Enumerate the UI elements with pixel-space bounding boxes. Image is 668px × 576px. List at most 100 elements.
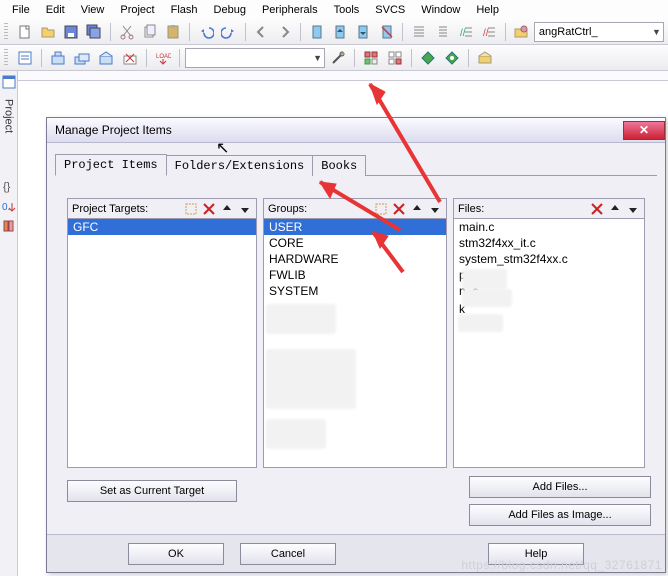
cut-icon[interactable] xyxy=(116,21,137,43)
find-combo[interactable]: angRatCtrl_ ▼ xyxy=(534,22,664,42)
indent-left-icon[interactable] xyxy=(408,21,429,43)
list-item[interactable]: CORE xyxy=(264,235,446,251)
list-item[interactable]: SYSTEM xyxy=(264,283,446,299)
cancel-button[interactable]: Cancel xyxy=(240,543,336,565)
list-item[interactable]: FWLIB xyxy=(264,267,446,283)
target-down-icon[interactable] xyxy=(237,201,253,217)
toolbar-main: // // angRatCtrl_ ▼ xyxy=(0,19,668,45)
svg-text:0.: 0. xyxy=(2,202,10,213)
menu-window[interactable]: Window xyxy=(413,2,468,18)
green-diamond-icon[interactable] xyxy=(417,47,439,69)
braces-icon[interactable]: {} xyxy=(2,179,16,193)
delete-target-icon[interactable] xyxy=(201,201,217,217)
menu-help[interactable]: Help xyxy=(468,2,507,18)
batch-build-icon[interactable] xyxy=(95,47,117,69)
paste-icon[interactable] xyxy=(163,21,184,43)
new-target-icon[interactable] xyxy=(183,201,199,217)
bookmark-prev-icon[interactable] xyxy=(329,21,350,43)
toolbar-grip-2[interactable] xyxy=(4,49,8,67)
files-label: Files: xyxy=(458,203,484,215)
translate-icon[interactable] xyxy=(14,47,36,69)
project-tab[interactable]: Project xyxy=(2,95,16,137)
tab-project-items[interactable]: Project Items xyxy=(55,154,167,176)
set-current-target-button[interactable]: Set as Current Target xyxy=(67,480,237,502)
menu-debug[interactable]: Debug xyxy=(206,2,254,18)
ok-button[interactable]: OK xyxy=(128,543,224,565)
new-group-icon[interactable] xyxy=(373,201,389,217)
indent-right-icon[interactable] xyxy=(432,21,453,43)
save-icon[interactable] xyxy=(60,21,81,43)
target-combo[interactable]: ▼ xyxy=(185,48,325,68)
files-list[interactable]: main.c stm32f4xx_it.c system_stm32f4xx.c… xyxy=(453,218,645,468)
add-files-button[interactable]: Add Files... xyxy=(469,476,651,498)
toolbar-grip[interactable] xyxy=(4,23,8,41)
list-item[interactable]: stm32f4xx_it.c xyxy=(454,235,644,251)
dialog-tabs: Project Items Folders/Extensions Books xyxy=(47,143,665,175)
dialog-titlebar[interactable]: Manage Project Items ✕ xyxy=(47,118,665,143)
file-down-icon[interactable] xyxy=(625,201,641,217)
delete-group-icon[interactable] xyxy=(391,201,407,217)
target-up-icon[interactable] xyxy=(219,201,235,217)
close-button[interactable]: ✕ xyxy=(623,121,665,140)
groups-list[interactable]: USER CORE HARDWARE FWLIB SYSTEM xyxy=(263,218,447,468)
nav-back-icon[interactable] xyxy=(251,21,272,43)
bookmark-next-icon[interactable] xyxy=(353,21,374,43)
add-files-as-image-button[interactable]: Add Files as Image... xyxy=(469,504,651,526)
menu-view[interactable]: View xyxy=(73,2,113,18)
green-gear-icon[interactable] xyxy=(441,47,463,69)
menu-tools[interactable]: Tools xyxy=(326,2,368,18)
uncomment-icon[interactable]: // xyxy=(478,21,499,43)
find-combo-text: angRatCtrl_ xyxy=(539,26,598,38)
menu-project[interactable]: Project xyxy=(112,2,162,18)
chevron-down-icon: ▼ xyxy=(652,27,661,37)
save-all-icon[interactable] xyxy=(84,21,105,43)
menu-bar: File Edit View Project Flash Debug Perip… xyxy=(0,0,668,19)
download-icon[interactable]: LOAD xyxy=(152,47,174,69)
file-up-icon[interactable] xyxy=(607,201,623,217)
menu-svcs[interactable]: SVCS xyxy=(367,2,413,18)
manage-books-icon[interactable] xyxy=(384,47,406,69)
list-item[interactable]: GFC xyxy=(68,219,256,235)
stop-build-icon[interactable] xyxy=(119,47,141,69)
list-item[interactable]: HARDWARE xyxy=(264,251,446,267)
targets-label: Project Targets: xyxy=(72,203,148,215)
tab-folders-extensions[interactable]: Folders/Extensions xyxy=(166,155,314,176)
watermark: https://blog.csdn.net/qq_32761871 xyxy=(461,558,662,572)
nav-fwd-icon[interactable] xyxy=(274,21,295,43)
menu-edit[interactable]: Edit xyxy=(38,2,73,18)
list-item[interactable]: main.c xyxy=(454,219,644,235)
groups-label: Groups: xyxy=(268,203,307,215)
panel-project-targets: Project Targets: GFC xyxy=(67,198,257,468)
menu-peripherals[interactable]: Peripherals xyxy=(254,2,326,18)
books-icon[interactable] xyxy=(2,219,16,233)
copy-icon[interactable] xyxy=(139,21,160,43)
panel-groups: Groups: USER CORE HARDWARE FWLIB SYSTEM xyxy=(263,198,447,468)
func-nav-icon[interactable]: 0. xyxy=(2,199,16,213)
open-file-icon[interactable] xyxy=(37,21,58,43)
menu-flash[interactable]: Flash xyxy=(163,2,206,18)
manage-project-icon[interactable] xyxy=(511,21,532,43)
rebuild-icon[interactable] xyxy=(71,47,93,69)
delete-file-icon[interactable] xyxy=(589,201,605,217)
undo-icon[interactable] xyxy=(195,21,216,43)
bookmark-clear-icon[interactable] xyxy=(376,21,397,43)
list-item[interactable]: system_stm32f4xx.c xyxy=(454,251,644,267)
svg-text://: // xyxy=(460,28,466,39)
tab-books[interactable]: Books xyxy=(312,155,366,176)
manage-items-icon[interactable] xyxy=(360,47,382,69)
bookmark-icon[interactable] xyxy=(306,21,327,43)
group-up-icon[interactable] xyxy=(409,201,425,217)
list-item[interactable]: USER xyxy=(264,219,446,235)
project-window-icon[interactable] xyxy=(2,75,16,89)
pack-icon[interactable] xyxy=(474,47,496,69)
build-icon[interactable] xyxy=(47,47,69,69)
group-down-icon[interactable] xyxy=(427,201,443,217)
redo-icon[interactable] xyxy=(218,21,239,43)
comment-icon[interactable]: // xyxy=(455,21,476,43)
options-icon[interactable] xyxy=(327,47,349,69)
menu-file[interactable]: File xyxy=(4,2,38,18)
svg-text://: // xyxy=(483,28,489,39)
panel-files: Files: main.c stm32f4xx_it.c system_stm3… xyxy=(453,198,645,468)
new-file-icon[interactable] xyxy=(14,21,35,43)
targets-list[interactable]: GFC xyxy=(67,218,257,468)
